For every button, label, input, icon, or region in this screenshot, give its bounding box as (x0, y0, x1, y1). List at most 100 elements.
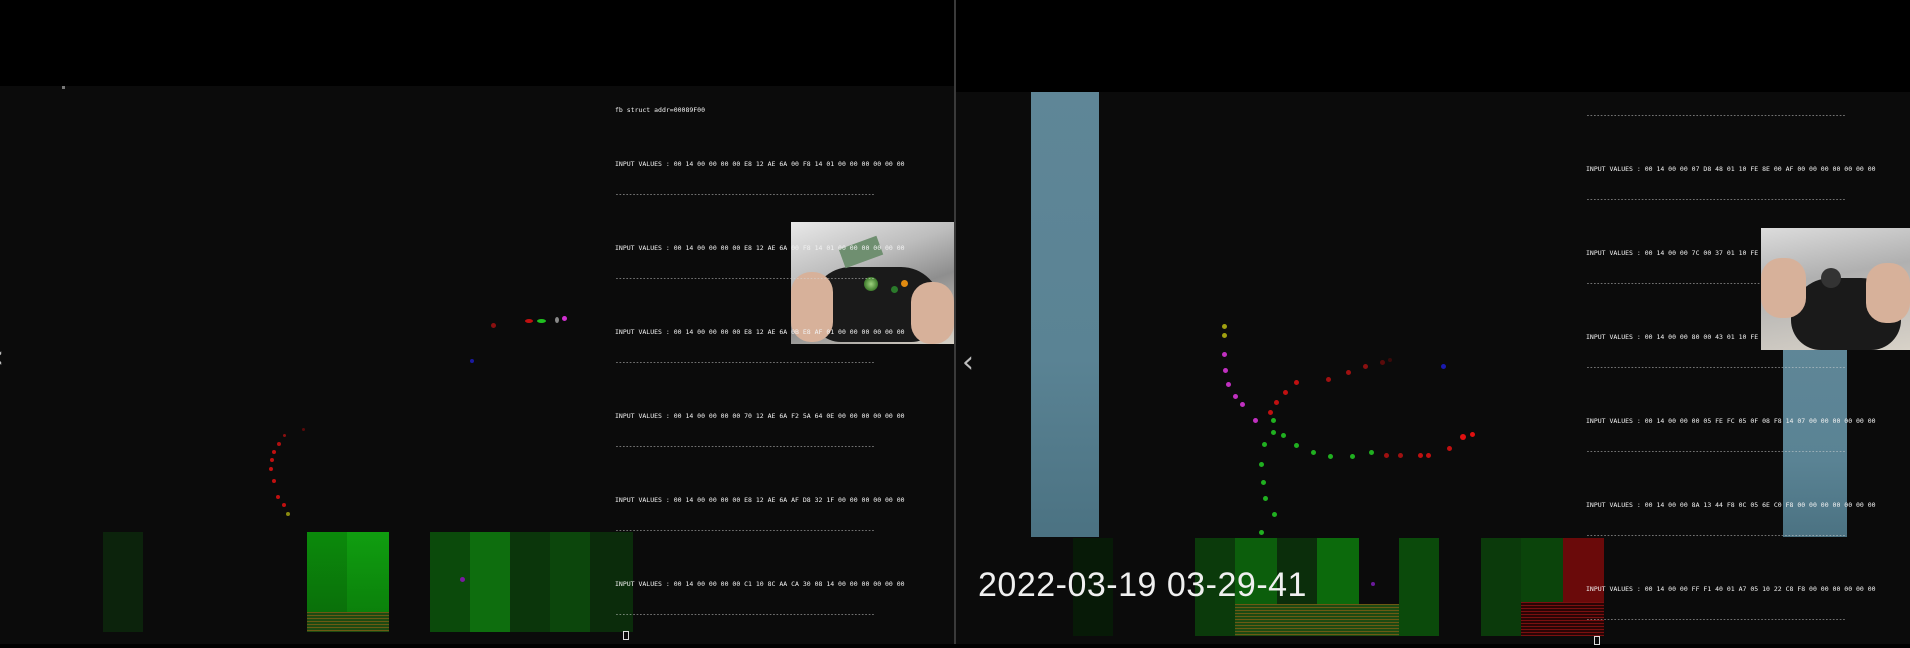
input-bar (103, 532, 143, 632)
input-bar-stripes (1235, 604, 1359, 636)
trail-dot (1233, 394, 1238, 399)
right-top-bar (956, 0, 1910, 92)
trail-dot (1346, 370, 1351, 375)
console-line: INPUT VALUES : 00 14 00 00 00 05 FE FC 0… (1586, 417, 1876, 425)
trail-dot (277, 442, 281, 446)
trail-dot (1222, 324, 1227, 329)
trail-dot (1388, 358, 1392, 362)
console-output-left: fb struct addr=00089F00 INPUT VALUES : 0… (615, 85, 905, 643)
trail-dot (1326, 377, 1331, 382)
trail-dot (1263, 496, 1268, 501)
console-separator: ----------------------------------------… (615, 442, 875, 450)
trail-dot (270, 458, 274, 462)
webcam-overlay (1761, 228, 1910, 350)
trail-dot (555, 317, 559, 323)
input-bar-stripes (307, 612, 389, 632)
trail-dot (1283, 390, 1288, 395)
trail-dot (1311, 450, 1316, 455)
trail-dot (1268, 410, 1273, 415)
thumbstick-icon (1821, 268, 1841, 288)
input-bar (470, 532, 510, 632)
back-chevron-icon[interactable]: ‹ (0, 340, 4, 375)
trail-dot (1222, 352, 1227, 357)
trail-dot (1222, 333, 1227, 338)
console-line: INPUT VALUES : 00 14 00 00 FF F1 40 01 A… (1586, 585, 1876, 593)
trail-dot (1426, 453, 1431, 458)
console-separator: ----------------------------------------… (615, 526, 875, 534)
input-bar (510, 532, 550, 632)
trail-dot (1259, 462, 1264, 467)
trail-dot (1418, 453, 1423, 458)
console-separator: ----------------------------------------… (1586, 615, 1846, 623)
recording-timestamp: 2022-03-19 03-29-41 (978, 566, 1307, 604)
console-separator: ----------------------------------------… (1586, 447, 1846, 455)
console-separator: ----------------------------------------… (1586, 531, 1846, 539)
console-line: INPUT VALUES : 00 14 00 00 8A 13 44 F8 0… (1586, 501, 1876, 509)
trail-dot (1441, 364, 1446, 369)
trail-dot (1350, 454, 1355, 459)
trail-dot (1271, 430, 1276, 435)
console-separator: ----------------------------------------… (615, 274, 875, 282)
trail-dot (1380, 360, 1385, 365)
trail-dot (1294, 443, 1299, 448)
hand-image (1761, 258, 1806, 318)
input-bar (1399, 538, 1439, 636)
trail-dot (1226, 382, 1231, 387)
trail-dot (1262, 442, 1267, 447)
trail-dot (276, 495, 280, 499)
trigger-pillar-left (1031, 92, 1099, 537)
left-top-bar (0, 0, 954, 86)
trail-dot (525, 319, 533, 323)
console-separator: ----------------------------------------… (615, 358, 875, 366)
console-line: INPUT VALUES : 00 14 00 00 00 00 E8 12 A… (615, 160, 905, 168)
trail-dot (460, 577, 465, 582)
console-line: INPUT VALUES : 00 14 00 00 00 00 70 12 A… (615, 412, 905, 420)
console-line: INPUT VALUES : 00 14 00 00 00 00 E8 12 A… (615, 328, 905, 336)
trail-dot (562, 316, 567, 321)
console-header: fb struct addr=00089F00 (615, 106, 706, 114)
trail-dot (470, 359, 474, 363)
trail-dot (1328, 454, 1333, 459)
trail-dot (1470, 432, 1475, 437)
input-bar (550, 532, 590, 632)
input-bar (1481, 538, 1521, 636)
trail-dot (1398, 453, 1403, 458)
console-separator: ----------------------------------------… (1586, 111, 1846, 119)
trail-dot (1274, 400, 1279, 405)
trail-dot (1223, 368, 1228, 373)
input-bar-stripes (1359, 604, 1399, 636)
back-chevron-icon[interactable]: ‹ (962, 345, 974, 380)
trail-dot (272, 450, 276, 454)
console-line: INPUT VALUES : 00 14 00 00 00 00 C1 10 8… (615, 580, 905, 588)
trail-dot (272, 479, 276, 483)
trail-dot (1261, 480, 1266, 485)
trail-dot (1363, 364, 1368, 369)
trail-dot (286, 512, 290, 516)
trail-dot (1294, 380, 1299, 385)
trail-dot (1253, 418, 1258, 423)
trail-dot (1281, 433, 1286, 438)
console-output-right: ----------------------------------------… (1586, 90, 1876, 648)
small-marker (62, 86, 65, 89)
trail-dot (491, 323, 496, 328)
console-separator: ----------------------------------------… (615, 190, 875, 198)
trail-dot (1259, 530, 1264, 535)
console-separator: ----------------------------------------… (1586, 195, 1846, 203)
hand-image (911, 282, 954, 344)
trail-dot (1240, 402, 1245, 407)
console-cursor[interactable] (622, 631, 629, 640)
trail-dot (1271, 418, 1276, 423)
trail-dot (1384, 453, 1389, 458)
trail-dot (1371, 582, 1375, 586)
trail-dot (1460, 434, 1466, 440)
hand-image (1866, 263, 1910, 323)
console-line: INPUT VALUES : 00 14 00 00 00 00 E8 12 A… (615, 496, 905, 504)
trail-dot (282, 503, 286, 507)
console-separator: ----------------------------------------… (1586, 363, 1846, 371)
trail-dot (537, 319, 546, 323)
trail-dot (1447, 446, 1452, 451)
trail-dot (283, 434, 286, 437)
trail-dot (1272, 512, 1277, 517)
console-line: INPUT VALUES : 00 14 00 00 07 D8 48 01 1… (1586, 165, 1876, 173)
trail-dot (302, 428, 305, 431)
